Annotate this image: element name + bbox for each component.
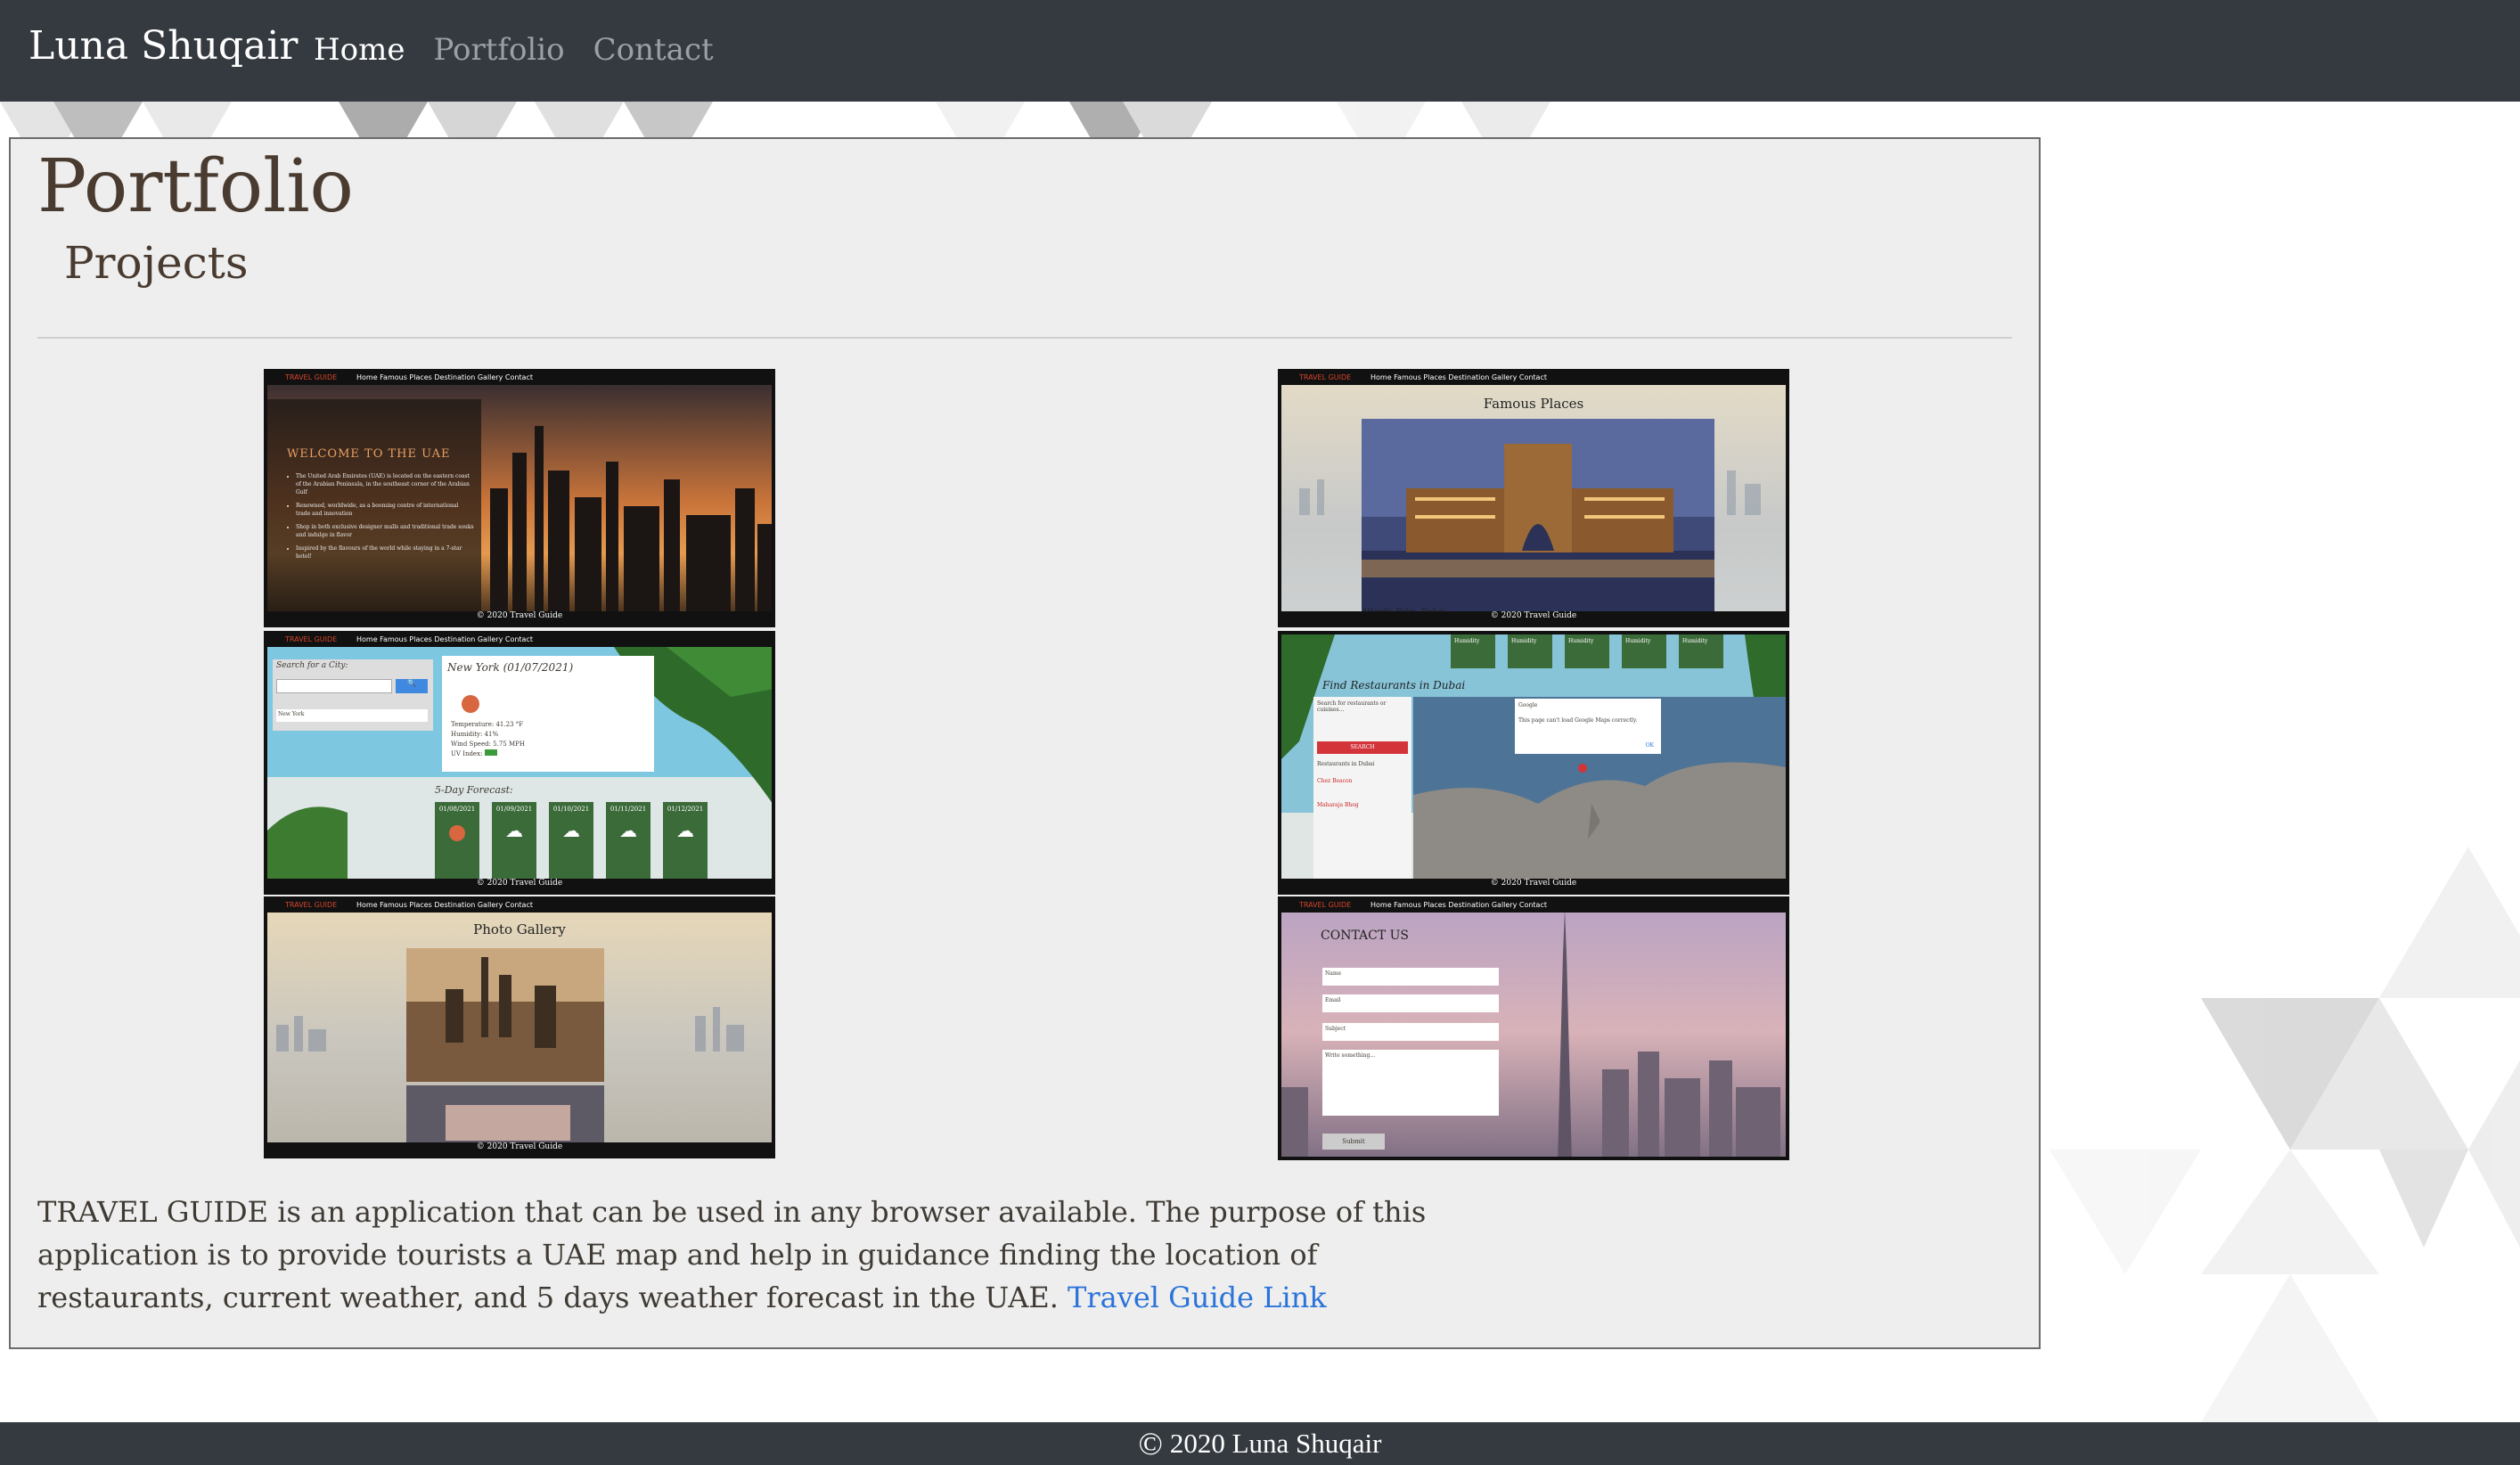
- nav-contact[interactable]: Contact: [593, 32, 714, 68]
- humidity-card: Humidity: [1508, 634, 1552, 668]
- forecast-card: 01/08/2021: [435, 802, 479, 891]
- mini-footer: © 2020 Travel Guide: [267, 611, 772, 624]
- forecast-cards: 01/08/2021 01/09/2021 ☁ 01/10/2021 ☁ 01/11…: [435, 802, 708, 891]
- welcome-bullet: Renowned, worldwide, as a booming centre…: [296, 502, 474, 518]
- welcome-bullets: The United Arab Emirates (UAE) is locate…: [287, 472, 474, 561]
- mini-brand: TRAVEL GUIDE: [1299, 901, 1352, 909]
- divider: [37, 337, 2012, 339]
- brand-link[interactable]: Luna Shuqair: [29, 23, 298, 69]
- weather-search-input[interactable]: [276, 679, 392, 693]
- map-error-text: This page can't load Google Maps correct…: [1518, 717, 1638, 724]
- map-error-ok[interactable]: OK: [1646, 742, 1654, 749]
- contact-name-field[interactable]: Name: [1322, 968, 1499, 986]
- map-error-dialog: Google This page can't load Google Maps …: [1515, 699, 1661, 754]
- mini-menu: Home Famous Places Destination Gallery C…: [356, 373, 533, 381]
- mini-brand: TRAVEL GUIDE: [285, 635, 338, 643]
- footer-text: 2020 Luna Shuqair: [1169, 1428, 1382, 1459]
- navbar: Luna Shuqair Home Portfolio Contact: [0, 0, 2520, 102]
- humidity-card: Humidity: [1679, 634, 1723, 668]
- mini-menu: Home Famous Places Destination Gallery C…: [356, 635, 533, 643]
- mini-footer: © 2020 Travel Guide: [1281, 611, 1786, 624]
- gallery-image: [267, 900, 772, 1155]
- contact-email-field[interactable]: Email: [1322, 994, 1499, 1012]
- section-subtitle: Projects: [64, 237, 249, 289]
- restaurants-search-button[interactable]: SEARCH: [1317, 741, 1408, 754]
- welcome-heading: WELCOME TO THE UAE: [287, 447, 451, 461]
- contact-message-field[interactable]: Write something...: [1322, 1050, 1499, 1116]
- screenshot-famous-places: TRAVEL GUIDE Home Famous Places Destinat…: [1278, 369, 1789, 627]
- restaurants-list-title: Restaurants in Dubai: [1317, 761, 1375, 767]
- mini-brand: TRAVEL GUIDE: [285, 373, 338, 381]
- nav-portfolio[interactable]: Portfolio: [433, 32, 564, 68]
- screenshot-welcome: TRAVEL GUIDE Home Famous Places Destinat…: [264, 369, 775, 627]
- humidity-card: Humidity: [1622, 634, 1666, 668]
- restaurant-item[interactable]: Maharaja Bhog: [1313, 793, 1411, 817]
- mini-menu: Home Famous Places Destination Gallery C…: [1370, 901, 1547, 909]
- uv-badge: [484, 749, 497, 756]
- forecast-card: 01/11/2021 ☁: [606, 802, 650, 891]
- mini-navbar: TRAVEL GUIDE Home Famous Places Destinat…: [1281, 372, 1786, 385]
- weather-card: New York (01/07/2021) Temperature: 41.23…: [442, 656, 654, 772]
- forecast-card: 01/09/2021 ☁: [492, 802, 536, 891]
- mini-footer: © 2020 Travel Guide: [267, 1142, 772, 1155]
- forecast-card: 01/10/2021 ☁: [549, 802, 593, 891]
- restaurants-search-input[interactable]: Search for restaurants or cuisines...: [1313, 697, 1411, 716]
- restaurants-search-panel: Search for restaurants or cuisines... SE…: [1313, 697, 1411, 889]
- contact-subject-field[interactable]: Subject: [1322, 1023, 1499, 1041]
- mini-footer: © 2020 Travel Guide: [267, 879, 772, 891]
- copyright-icon: ©: [1138, 1426, 1163, 1461]
- portfolio-panel: Portfolio Projects TRAVEL GUIDE Home Fam…: [9, 137, 2041, 1349]
- forecast-card: 01/12/2021 ☁: [663, 802, 708, 891]
- welcome-bullet: The United Arab Emirates (UAE) is locate…: [296, 472, 474, 496]
- contact-heading: CONTACT US: [1321, 929, 1410, 943]
- humidity-cards: Humidity Humidity Humidity Humidity Humi…: [1451, 634, 1723, 668]
- welcome-bullet: Inspired by the flavours of the world wh…: [296, 544, 474, 561]
- weather-search-button[interactable]: 🔍: [396, 679, 428, 693]
- restaurants-heading: Find Restaurants in Dubai: [1322, 679, 1466, 692]
- footer: © 2020 Luna Shuqair: [0, 1422, 2520, 1465]
- mini-navbar: TRAVEL GUIDE Home Famous Places Destinat…: [267, 634, 772, 647]
- forecast-heading: 5-Day Forecast:: [435, 784, 513, 796]
- weather-city-history[interactable]: New York: [276, 709, 428, 722]
- screenshot-restaurants: Humidity Humidity Humidity Humidity Humi…: [1278, 631, 1789, 895]
- nav-home[interactable]: Home: [314, 32, 405, 68]
- project-description: TRAVEL GUIDE is an application that can …: [37, 1191, 1463, 1319]
- nav-links: Home Portfolio Contact: [314, 32, 714, 68]
- humidity-card: Humidity: [1451, 634, 1495, 668]
- contact-submit-button[interactable]: Submit: [1322, 1134, 1385, 1150]
- weather-title: New York (01/07/2021): [447, 661, 574, 674]
- humidity-card: Humidity: [1565, 634, 1609, 668]
- weather-stat: Wind Speed: 5.75 MPH: [451, 741, 525, 748]
- mini-navbar: TRAVEL GUIDE Home Famous Places Destinat…: [267, 372, 772, 385]
- weather-stat: Humidity: 41%: [451, 731, 499, 738]
- welcome-bullet: Shop in both exclusive designer malls an…: [296, 523, 474, 539]
- mini-navbar: TRAVEL GUIDE Home Famous Places Destinat…: [1281, 900, 1786, 913]
- mini-menu: Home Famous Places Destination Gallery C…: [356, 901, 533, 909]
- screenshot-gallery: TRAVEL GUIDE Home Famous Places Destinat…: [264, 896, 775, 1158]
- map-error-title: Google: [1518, 702, 1538, 708]
- gallery-heading: Photo Gallery: [473, 921, 566, 937]
- weather-icon: [462, 695, 479, 713]
- restaurant-item[interactable]: Chez Beacon: [1313, 769, 1411, 793]
- mini-menu: Home Famous Places Destination Gallery C…: [1370, 373, 1547, 381]
- page-title: Portfolio: [37, 144, 354, 229]
- weather-search-label: Search for a City:: [276, 661, 348, 670]
- mini-navbar: TRAVEL GUIDE Home Famous Places Destinat…: [267, 900, 772, 913]
- mini-brand: TRAVEL GUIDE: [285, 901, 338, 909]
- famous-places-heading: Famous Places: [1483, 396, 1584, 412]
- weather-stat: UV Index:: [451, 749, 525, 759]
- mini-footer: © 2020 Travel Guide: [1281, 879, 1786, 891]
- weather-stat: Temperature: 41.23 °F: [451, 721, 524, 728]
- screenshot-contact: TRAVEL GUIDE Home Famous Places Destinat…: [1278, 896, 1789, 1160]
- weather-search-panel: Search for a City: 🔍 New York: [273, 659, 433, 731]
- weather-stats: Temperature: 41.23 °F Humidity: 41% Wind…: [451, 720, 525, 759]
- mini-brand: TRAVEL GUIDE: [1299, 373, 1352, 381]
- screenshot-weather: TRAVEL GUIDE Home Famous Places Destinat…: [264, 631, 775, 895]
- travel-guide-link[interactable]: Travel Guide Link: [1068, 1281, 1327, 1314]
